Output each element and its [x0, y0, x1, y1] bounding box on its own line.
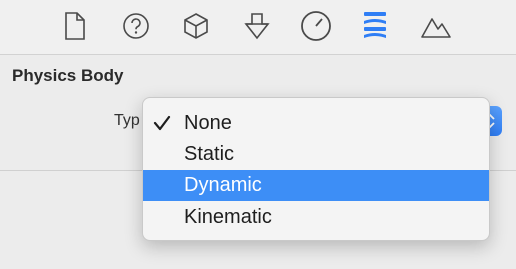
menu-item-label: Static [184, 143, 235, 165]
physics-icon[interactable] [240, 9, 274, 43]
menu-item-none[interactable]: None [143, 108, 489, 139]
type-dropdown-menu: None Static Dynamic Kinematic [142, 97, 490, 241]
mountain-icon[interactable] [419, 9, 453, 43]
file-icon[interactable] [58, 9, 92, 43]
clock-icon[interactable] [299, 9, 333, 43]
menu-item-label: Dynamic [184, 174, 262, 196]
help-icon[interactable] [119, 9, 153, 43]
layers-icon[interactable] [358, 9, 392, 43]
checkmark-icon [153, 108, 173, 139]
menu-item-label: None [184, 112, 232, 134]
cube-icon[interactable] [179, 9, 213, 43]
menu-item-kinematic[interactable]: Kinematic [143, 202, 489, 233]
menu-item-static[interactable]: Static [143, 139, 489, 170]
menu-item-dynamic[interactable]: Dynamic [143, 170, 489, 201]
menu-item-label: Kinematic [184, 206, 272, 228]
section-title: Physics Body [12, 66, 124, 85]
inspector-toolbar [0, 0, 516, 55]
type-label: Typ [114, 112, 140, 129]
